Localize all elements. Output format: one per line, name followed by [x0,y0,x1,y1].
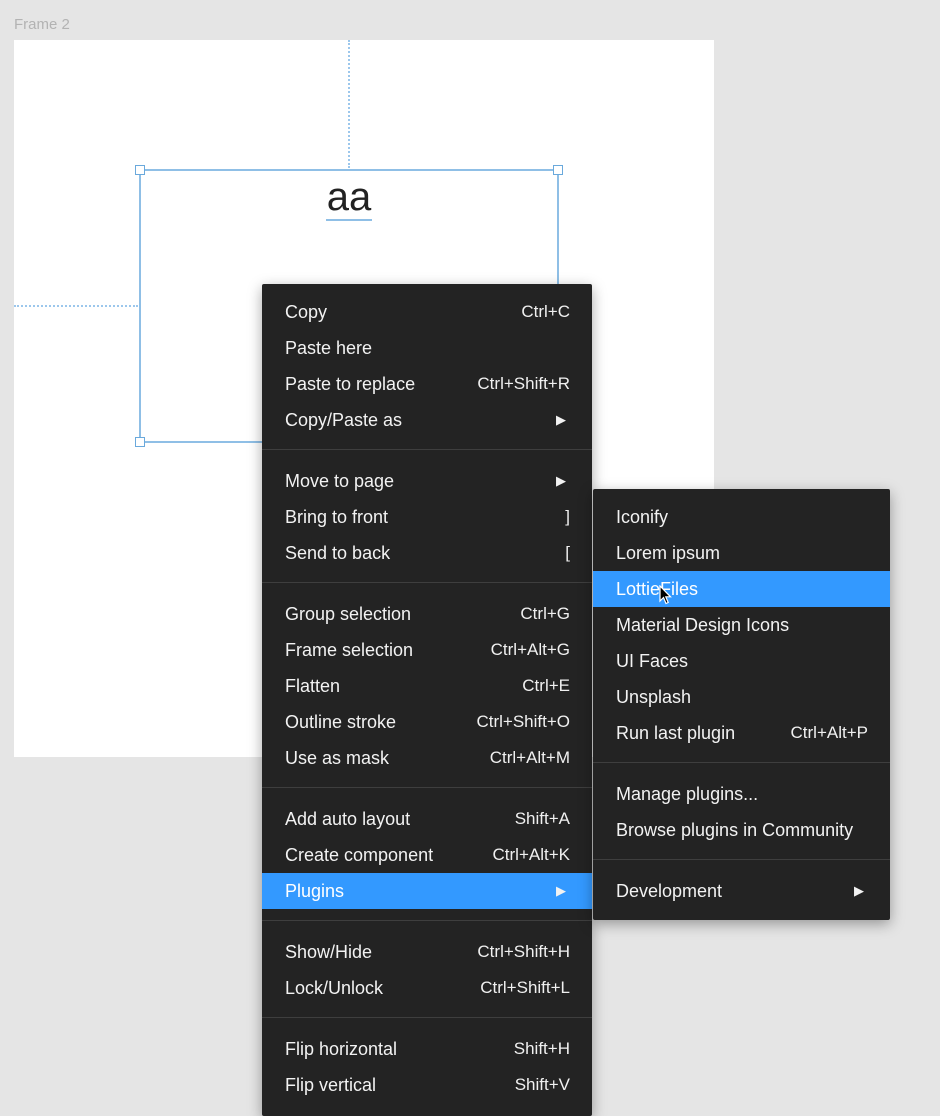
menu-item-shortcut: Ctrl+Alt+G [490,640,570,659]
menu-item-label: Add auto layout [285,808,411,829]
menu-item-label: Browse plugins in Community [616,819,854,840]
menu-item-shortcut: Ctrl+C [521,302,570,321]
menu-item-label: Copy [285,301,328,322]
menu-item-label: Send to back [285,542,391,563]
menu-item-shortcut: Ctrl+G [520,604,570,623]
menu-item-label: Paste to replace [285,373,416,394]
menu-item-label: LottieFiles [616,578,699,599]
menu-separator [262,1017,592,1018]
menu-item-shortcut: Shift+A [514,809,570,828]
menu-item-shortcut: Ctrl+Shift+L [480,978,570,997]
plugin-item-run-last-plugin[interactable]: Run last plugin Ctrl+Alt+P [593,715,890,751]
menu-item-label: Bring to front [285,506,389,527]
menu-item-label: Show/Hide [285,941,373,962]
menu-item-label: Lock/Unlock [285,977,384,998]
submenu-arrow-icon: ▶ [556,473,566,488]
menu-item-shortcut: Ctrl+E [522,676,570,695]
plugin-item-unsplash[interactable]: Unsplash [593,679,890,715]
frame-label[interactable]: Frame 2 [14,16,70,33]
menu-separator [593,859,890,860]
menu-item-label: Paste here [285,337,373,358]
menu-item-shortcut: Ctrl+Shift+H [477,942,570,961]
menu-item-label: Flatten [285,675,341,696]
menu-item-label: Use as mask [285,747,390,768]
menu-item-shortcut: Ctrl+Alt+P [790,723,868,742]
submenu-arrow-icon: ▶ [556,412,566,427]
menu-item-shortcut: Ctrl+Shift+R [477,374,570,393]
resize-handle-top-left[interactable] [135,165,145,175]
plugin-item-ui-faces[interactable]: UI Faces [593,643,890,679]
menu-item-label: Frame selection [285,639,414,660]
menu-item-flip-vertical[interactable]: Flip vertical Shift+V [262,1067,592,1103]
plugin-item-lorem-ipsum[interactable]: Lorem ipsum [593,535,890,571]
menu-item-use-as-mask[interactable]: Use as mask Ctrl+Alt+M [262,740,592,776]
menu-item-add-auto-layout[interactable]: Add auto layout Shift+A [262,801,592,837]
menu-item-label: Create component [285,844,434,865]
menu-item-label: Flip vertical [285,1074,377,1095]
menu-item-shortcut: Ctrl+Alt+K [492,845,570,864]
menu-separator [262,449,592,450]
menu-item-shortcut: [ [565,543,570,562]
menu-item-label: Move to page [285,470,395,491]
menu-separator [262,582,592,583]
menu-item-flatten[interactable]: Flatten Ctrl+E [262,668,592,704]
menu-separator [262,920,592,921]
menu-item-send-to-back[interactable]: Send to back [ [262,535,592,571]
plugin-item-development[interactable]: Development ▶ [593,873,890,909]
menu-item-paste-to-replace[interactable]: Paste to replace Ctrl+Shift+R [262,366,592,402]
menu-item-create-component[interactable]: Create component Ctrl+Alt+K [262,837,592,873]
menu-item-label: Development [616,880,723,901]
menu-item-shortcut: Ctrl+Shift+O [476,712,570,731]
menu-item-label: Lorem ipsum [616,542,721,563]
menu-item-paste-here[interactable]: Paste here [262,330,592,366]
menu-item-label: Copy/Paste as [285,409,403,430]
menu-item-outline-stroke[interactable]: Outline stroke Ctrl+Shift+O [262,704,592,740]
menu-item-flip-horizontal[interactable]: Flip horizontal Shift+H [262,1031,592,1067]
menu-item-group-selection[interactable]: Group selection Ctrl+G [262,596,592,632]
menu-item-label: Unsplash [616,686,692,707]
plugin-item-material-design-icons[interactable]: Material Design Icons [593,607,890,643]
plugins-submenu: Iconify Lorem ipsum LottieFiles Material De… [593,489,890,920]
menu-item-plugins[interactable]: Plugins ▶ [262,873,592,909]
menu-item-copy[interactable]: Copy Ctrl+C [262,294,592,330]
menu-item-label: Plugins [285,880,345,901]
plugin-item-manage-plugins[interactable]: Manage plugins... [593,776,890,812]
resize-handle-bottom-left[interactable] [135,437,145,447]
text-layer-content: aa [325,175,373,221]
menu-item-show-hide[interactable]: Show/Hide Ctrl+Shift+H [262,934,592,970]
submenu-arrow-icon: ▶ [556,883,566,898]
resize-handle-top-right[interactable] [553,165,563,175]
menu-item-move-to-page[interactable]: Move to page ▶ [262,463,592,499]
plugin-item-browse-plugins-in-community[interactable]: Browse plugins in Community [593,812,890,848]
plugin-item-lottiefiles[interactable]: LottieFiles [593,571,890,607]
submenu-arrow-icon: ▶ [854,883,864,898]
alignment-guide-horizontal [14,305,138,307]
menu-item-shortcut: Shift+H [513,1039,570,1058]
menu-item-label: Manage plugins... [616,783,759,804]
menu-item-label: Material Design Icons [616,614,790,635]
alignment-guide-vertical [348,40,350,168]
menu-item-shortcut: Shift+V [514,1075,570,1094]
plugin-item-iconify[interactable]: Iconify [593,499,890,535]
menu-item-copy-paste-as[interactable]: Copy/Paste as ▶ [262,402,592,438]
menu-item-label: Group selection [285,603,412,624]
menu-item-bring-to-front[interactable]: Bring to front] [262,499,592,535]
menu-item-label: Run last plugin [616,722,736,743]
menu-item-lock-unlock[interactable]: Lock/Unlock Ctrl+Shift+L [262,970,592,1006]
menu-item-label: UI Faces [616,650,689,671]
menu-separator [593,762,890,763]
menu-item-shortcut: ] [565,507,570,526]
menu-item-label: Iconify [616,506,669,527]
menu-item-frame-selection[interactable]: Frame selection Ctrl+Alt+G [262,632,592,668]
menu-item-label: Flip horizontal [285,1038,398,1059]
menu-item-label: Outline stroke [285,711,397,732]
context-menu: Copy Ctrl+C Paste here Paste to replace Ctrl… [262,284,592,1116]
menu-separator [262,787,592,788]
menu-item-shortcut: Ctrl+Alt+M [489,748,570,767]
